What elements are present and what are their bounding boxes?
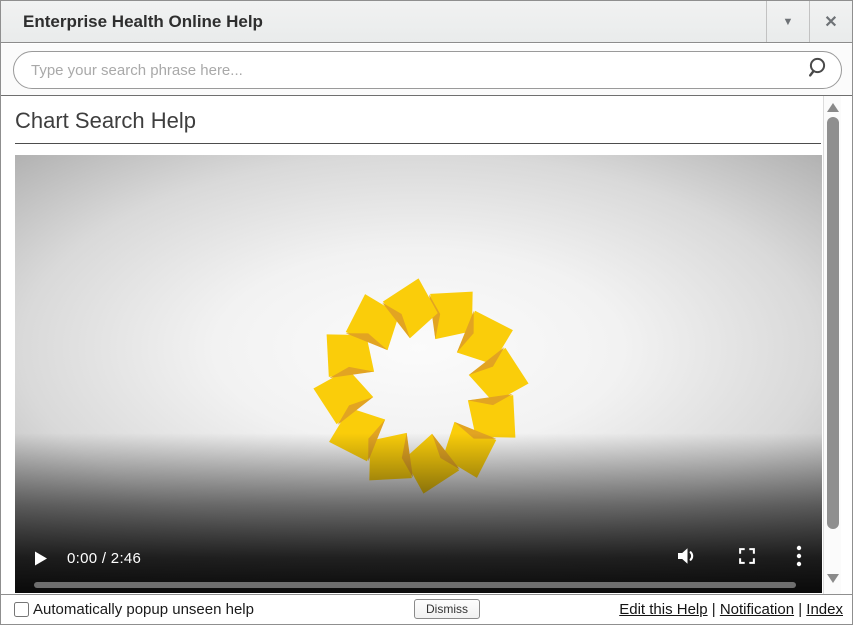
search-icon[interactable] bbox=[805, 56, 829, 85]
index-link[interactable]: Index bbox=[806, 601, 843, 618]
article-heading: Chart Search Help bbox=[15, 108, 822, 134]
titlebar: Enterprise Health Online Help ▼ ✕ bbox=[1, 1, 852, 43]
search-field-container bbox=[13, 51, 842, 89]
scroll-down-arrow-icon[interactable] bbox=[827, 574, 839, 583]
help-dialog-window: Enterprise Health Online Help ▼ ✕ Chart … bbox=[0, 0, 853, 625]
play-button[interactable] bbox=[34, 551, 48, 566]
video-player[interactable]: 0:00 / 2:46 bbox=[15, 155, 822, 593]
auto-popup-label: Automatically popup unseen help bbox=[33, 601, 254, 618]
search-input[interactable] bbox=[31, 62, 805, 79]
fullscreen-icon[interactable] bbox=[736, 545, 758, 572]
footer-links: Edit this Help | Notification | Index bbox=[619, 601, 852, 618]
edit-this-help-link[interactable]: Edit this Help bbox=[619, 601, 707, 618]
heading-divider bbox=[15, 143, 821, 144]
link-separator: | bbox=[712, 601, 720, 618]
chevron-down-icon: ▼ bbox=[783, 16, 794, 28]
help-content-area: Chart Search Help 0:00 / 2:46 bbox=[1, 96, 836, 594]
scroll-up-arrow-icon[interactable] bbox=[827, 103, 839, 112]
video-controls: 0:00 / 2:46 bbox=[29, 544, 802, 572]
video-progress-bar[interactable] bbox=[34, 582, 796, 588]
volume-icon[interactable] bbox=[674, 544, 698, 573]
notification-link[interactable]: Notification bbox=[720, 601, 794, 618]
dismiss-button[interactable]: Dismiss bbox=[414, 599, 480, 619]
video-controls-right bbox=[674, 544, 802, 573]
footer-bar: Automatically popup unseen help Dismiss … bbox=[1, 594, 852, 624]
close-button[interactable]: ✕ bbox=[809, 1, 852, 42]
scrollbar-thumb[interactable] bbox=[827, 117, 839, 529]
more-options-icon[interactable] bbox=[796, 544, 802, 573]
window-title: Enterprise Health Online Help bbox=[1, 12, 766, 32]
close-icon: ✕ bbox=[824, 12, 837, 32]
collapse-button[interactable]: ▼ bbox=[766, 1, 809, 42]
search-bar-row bbox=[1, 44, 852, 96]
vertical-scrollbar[interactable] bbox=[823, 96, 841, 594]
auto-popup-checkbox[interactable] bbox=[14, 602, 29, 617]
video-time-display: 0:00 / 2:46 bbox=[67, 550, 141, 567]
